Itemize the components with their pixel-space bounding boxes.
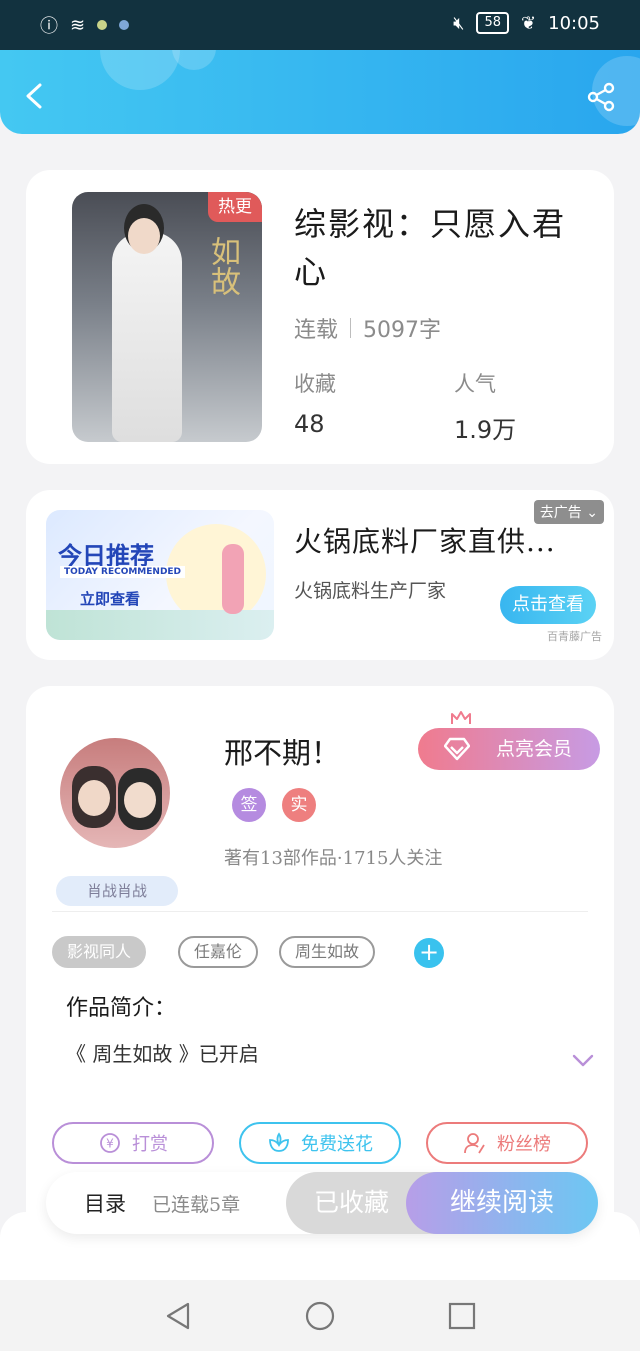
- ad-title: 火锅底料厂家直供...: [294, 525, 556, 558]
- verified-badge: 实: [282, 788, 316, 822]
- status-icons-right: 🔇︎ 58 ❦ 10:05: [453, 12, 600, 34]
- tag-drama[interactable]: 周生如故: [279, 936, 376, 968]
- ad-image-cta: 立即查看: [80, 590, 141, 608]
- tag-fanfic[interactable]: 影视同人: [52, 936, 147, 968]
- remove-ad-button[interactable]: 去广告 ⌄: [533, 500, 604, 524]
- favorites-label: 收藏: [294, 372, 336, 396]
- app-notification-icon-2: [119, 20, 130, 30]
- intro-text: 《 周生如故 》已开启: [66, 1042, 259, 1066]
- top-bar: [0, 50, 640, 134]
- yen-coin-icon: ¥: [100, 1133, 120, 1153]
- back-icon[interactable]: [22, 82, 50, 110]
- book-status-row: 连载 5097字: [294, 312, 441, 344]
- avatar[interactable]: [60, 738, 170, 848]
- chevron-down-icon[interactable]: [572, 1054, 594, 1068]
- book-info-card: 如故 热更 综影视：只愿入君心 连载 5097字 收藏 48 人气 1.9万: [26, 170, 614, 464]
- system-nav-bar: [0, 1280, 640, 1351]
- author-meta: 著有13部作品·1715人关注: [224, 848, 443, 869]
- vip-button[interactable]: 点亮会员: [418, 728, 600, 770]
- author-card: 肖战肖战 邢不期！ 点亮会员 签 实 著有13部作品·1715人关注 影视同人 …: [26, 686, 614, 1246]
- book-cover[interactable]: 如故 热更: [72, 192, 262, 442]
- nav-home-icon[interactable]: [304, 1300, 336, 1332]
- signed-badge: 签: [232, 788, 266, 822]
- tag-actor[interactable]: 任嘉伦: [178, 936, 259, 968]
- ad-image-subtitle: TODAY RECOMMENDED: [60, 566, 186, 578]
- wifi-icon: ≋: [70, 14, 86, 36]
- status-icons-left: ⓘ ≋: [40, 12, 130, 38]
- hot-update-badge: 热更: [208, 192, 262, 222]
- diamond-icon: [444, 737, 470, 761]
- status-bar: ⓘ ≋ 🔇︎ 58 ❦ 10:05: [0, 0, 640, 50]
- fans-ranking-button[interactable]: 粉丝榜: [426, 1122, 588, 1164]
- alert-icon: ⓘ: [40, 16, 58, 37]
- catalog-button[interactable]: 目录: [84, 1188, 126, 1218]
- free-flower-button[interactable]: 免费送花: [239, 1122, 401, 1164]
- add-tag-button[interactable]: +: [414, 938, 444, 968]
- flower-icon: [269, 1132, 289, 1152]
- ad-description: 火锅底料生产厂家: [294, 580, 447, 602]
- svg-text:¥: ¥: [106, 1137, 114, 1151]
- leaf-icon: ❦: [521, 12, 537, 34]
- ad-card[interactable]: 今日推荐 TODAY RECOMMENDED 立即查看 火锅底料厂家直供... …: [26, 490, 614, 660]
- bottom-action-bar: 目录 已连载5章 已收藏 继续阅读: [46, 1172, 598, 1234]
- battery-indicator: 58: [476, 12, 510, 34]
- ad-view-button[interactable]: 点击查看: [500, 586, 596, 624]
- clock: 10:05: [548, 12, 600, 34]
- divider: [52, 911, 588, 912]
- reward-button[interactable]: ¥ 打赏: [52, 1122, 214, 1164]
- ad-image[interactable]: 今日推荐 TODAY RECOMMENDED 立即查看: [46, 510, 274, 640]
- word-count: 5097字: [363, 318, 442, 343]
- user-icon: [464, 1133, 485, 1154]
- nav-recents-icon[interactable]: [446, 1300, 478, 1332]
- share-icon[interactable]: [586, 82, 616, 112]
- app-notification-icon: [97, 20, 108, 30]
- crown-icon: [451, 711, 471, 724]
- nav-back-icon[interactable]: [162, 1300, 194, 1332]
- fan-badge: 肖战肖战: [56, 876, 178, 906]
- popularity-label: 人气: [454, 372, 496, 396]
- cover-calligraphy: 如故: [205, 236, 240, 296]
- author-name: 邢不期！: [224, 736, 341, 770]
- mute-icon: 🔇︎: [453, 12, 465, 34]
- ad-source: 百青藤广告: [547, 630, 602, 643]
- continue-reading-button[interactable]: 继续阅读: [406, 1172, 598, 1234]
- intro-title: 作品简介：: [66, 996, 177, 1021]
- book-title: 综影视：只愿入君心: [294, 205, 567, 291]
- chapter-count[interactable]: 已连载5章: [152, 1190, 240, 1217]
- serial-status: 连载: [294, 318, 339, 343]
- favorites-value: 48: [294, 410, 325, 438]
- popularity-value: 1.9万: [454, 416, 517, 444]
